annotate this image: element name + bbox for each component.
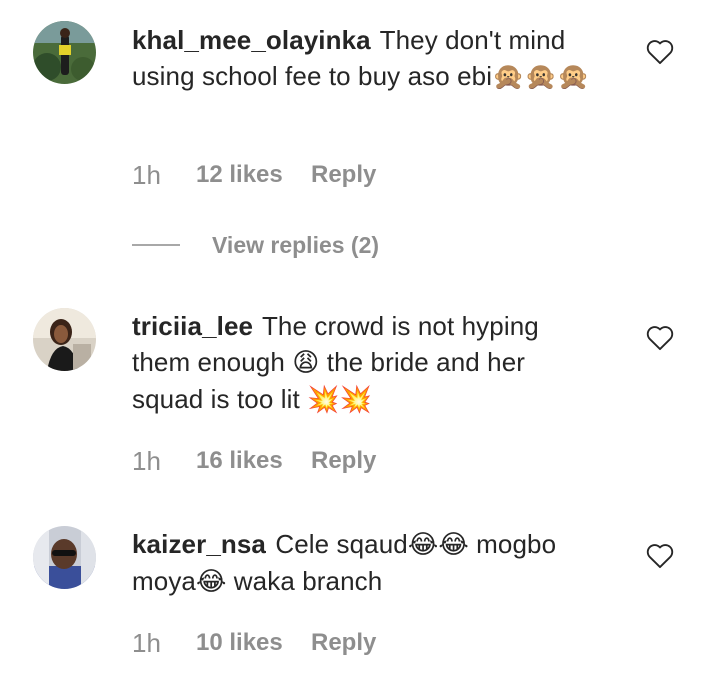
view-replies-button[interactable]: View replies (2)	[132, 230, 379, 260]
comment-text: khal_mee_olayinka They don't mind using …	[132, 22, 602, 95]
heart-icon[interactable]	[646, 543, 674, 569]
comment-body: Cele sqaud	[275, 529, 408, 559]
comment-username[interactable]: kaizer_nsa	[132, 529, 266, 559]
comment-emoji: 😂😂	[407, 530, 469, 560]
comment-likes[interactable]: 16 likes	[196, 447, 311, 475]
avatar[interactable]	[33, 21, 96, 84]
comment-likes[interactable]: 10 likes	[196, 629, 311, 657]
comment-time: 1h	[132, 627, 161, 658]
reply-button[interactable]: Reply	[311, 629, 376, 657]
comment-meta: 1h 16 likes Reply	[132, 446, 376, 476]
avatar[interactable]	[33, 308, 96, 371]
heart-icon[interactable]	[646, 325, 674, 351]
comment-username[interactable]: khal_mee_olayinka	[132, 25, 371, 55]
comment-text: kaizer_nsa Cele sqaud😂😂 mogbo moya😂 waka…	[132, 526, 602, 600]
comment-time: 1h	[132, 159, 161, 190]
comment-emoji: 🙊🙊🙊	[492, 62, 590, 92]
reply-button[interactable]: Reply	[311, 447, 376, 475]
comment-meta: 1h 10 likes Reply	[132, 628, 376, 658]
divider-line	[132, 244, 180, 246]
comment-emoji: 💥💥	[307, 385, 373, 415]
comment-time: 1h	[132, 445, 161, 476]
comment-body: waka branch	[233, 566, 383, 596]
view-replies-label: View replies (2)	[212, 231, 380, 258]
avatar[interactable]	[33, 526, 96, 589]
comment-emoji: 😂	[195, 567, 227, 597]
comment-likes[interactable]: 12 likes	[196, 161, 311, 189]
comment-emoji: 😩	[292, 348, 320, 378]
comment-username[interactable]: triciia_lee	[132, 311, 253, 341]
heart-icon[interactable]	[646, 39, 674, 65]
reply-button[interactable]: Reply	[311, 161, 376, 189]
comment-meta: 1h 12 likes Reply	[132, 160, 376, 190]
comment-text: triciia_lee The crowd is not hyping them…	[132, 308, 602, 418]
